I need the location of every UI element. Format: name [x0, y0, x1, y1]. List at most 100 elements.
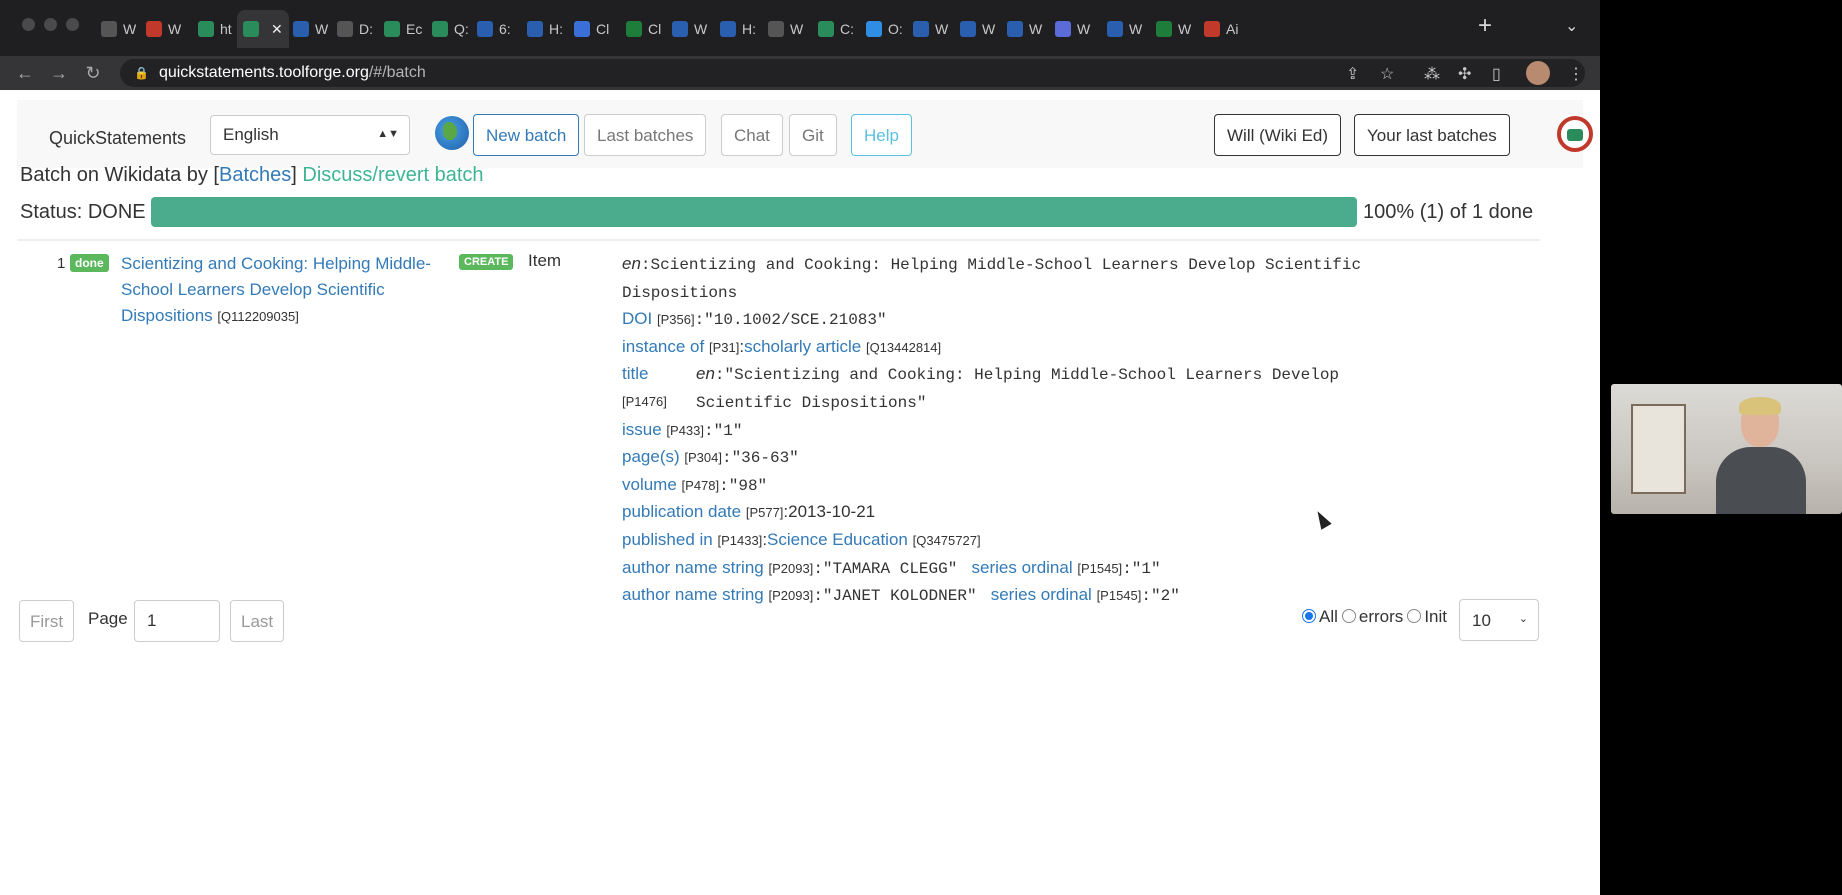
browser-tab[interactable]: W: [1049, 10, 1096, 48]
window-close-control[interactable]: [22, 18, 35, 31]
value-item-link[interactable]: scholarly article: [744, 337, 861, 356]
tab-favicon-icon: [626, 21, 642, 37]
app-brand[interactable]: QuickStatements: [49, 128, 186, 149]
property-link[interactable]: published in: [622, 530, 713, 549]
tab-title: W: [1129, 21, 1143, 37]
browser-tab[interactable]: ✕: [237, 10, 289, 48]
qualifier-link[interactable]: series ordinal: [972, 558, 1073, 577]
page-label: Page: [88, 609, 128, 628]
qualifier-link[interactable]: series ordinal: [991, 585, 1092, 604]
property-link[interactable]: title: [622, 364, 648, 383]
browser-tab[interactable]: W: [1150, 10, 1197, 48]
batches-link[interactable]: Batches: [219, 164, 291, 186]
new-tab-plus-icon[interactable]: +: [1478, 14, 1492, 38]
window-zoom-control[interactable]: [66, 18, 79, 31]
browser-tab[interactable]: ht: [192, 10, 238, 48]
git-button[interactable]: Git: [789, 114, 837, 156]
statement-author-2: author name string [P2093]:"JANET KOLODN…: [622, 582, 1522, 610]
address-bar[interactable]: 🔒 quickstatements.toolforge.org/#/batch: [120, 59, 1585, 87]
discuss-revert-link[interactable]: Discuss/revert batch: [302, 164, 483, 186]
language-select[interactable]: English ▲▼: [210, 115, 410, 155]
tab-favicon-icon: [101, 21, 117, 37]
action-badge: CREATE: [459, 254, 514, 270]
url-path: /#/batch: [368, 64, 426, 81]
browser-tab[interactable]: W: [762, 10, 809, 48]
tab-title: W: [1178, 21, 1192, 37]
value-item-link[interactable]: Science Education: [767, 530, 908, 549]
property-link[interactable]: DOI: [622, 309, 652, 328]
browser-tab[interactable]: W: [287, 10, 334, 48]
item-title: Scientizing and Cooking: Helping Middle-…: [121, 251, 451, 330]
browser-tab[interactable]: Cl: [620, 10, 667, 48]
browser-tab[interactable]: 6:: [471, 10, 517, 48]
tab-favicon-icon: [818, 21, 834, 37]
property-link[interactable]: volume: [622, 475, 677, 494]
bookmark-star-icon[interactable]: ☆: [1380, 64, 1394, 84]
last-page-button[interactable]: Last: [230, 600, 285, 642]
extensions-puzzle-icon[interactable]: ✣: [1458, 64, 1471, 84]
tab-close-icon[interactable]: ✕: [271, 21, 283, 38]
label-value: :Scientizing and Cooking: Helping Middle…: [622, 256, 1362, 302]
browser-tab[interactable]: H:: [521, 10, 569, 48]
property-link[interactable]: author name string: [622, 558, 764, 577]
chat-button[interactable]: Chat: [721, 114, 783, 156]
user-button[interactable]: Will (Wiki Ed): [1214, 114, 1342, 156]
your-last-batches-button[interactable]: Your last batches: [1354, 114, 1510, 156]
per-page-select[interactable]: 10 ⌄: [1459, 599, 1539, 641]
browser-tab[interactable]: O:: [860, 10, 909, 48]
statement-author-1: author name string [P2093]:"TAMARA CLEGG…: [622, 555, 1522, 583]
filter-init-option[interactable]: Init: [1407, 607, 1447, 627]
tab-title: H:: [549, 21, 563, 37]
tab-title: W: [935, 21, 949, 37]
status-badge: done: [70, 254, 109, 272]
browser-tab[interactable]: D:: [331, 10, 379, 48]
page-number-input[interactable]: 1: [134, 600, 220, 642]
browser-tab[interactable]: Ec: [378, 10, 428, 48]
property-link[interactable]: publication date: [622, 502, 741, 521]
browser-tab[interactable]: W: [95, 10, 142, 48]
browser-menu-icon[interactable]: ⋮: [1568, 64, 1584, 84]
property-link[interactable]: issue: [622, 420, 662, 439]
browser-tab[interactable]: W: [1001, 10, 1048, 48]
profile-avatar[interactable]: [1526, 61, 1550, 85]
property-link[interactable]: author name string: [622, 585, 764, 604]
tab-title: W: [694, 21, 708, 37]
share-icon[interactable]: ⇪: [1346, 64, 1359, 84]
browser-tab[interactable]: Cl: [568, 10, 615, 48]
tab-title: D:: [359, 21, 373, 37]
last-batches-button[interactable]: Last batches: [584, 114, 707, 156]
browser-tab[interactable]: W: [907, 10, 954, 48]
browser-tab[interactable]: W: [954, 10, 1001, 48]
browser-tab[interactable]: W: [1101, 10, 1148, 48]
back-arrow-icon[interactable]: ←: [8, 63, 42, 84]
extension-apps-icon[interactable]: ⁂: [1424, 64, 1440, 84]
first-page-button[interactable]: First: [19, 600, 75, 642]
side-panel-icon[interactable]: ▯: [1492, 64, 1501, 84]
forward-arrow-icon[interactable]: →: [42, 63, 76, 84]
browser-tab[interactable]: Q:: [426, 10, 475, 48]
browser-tab[interactable]: W: [140, 10, 187, 48]
browser-tab[interactable]: W: [666, 10, 713, 48]
tab-favicon-icon: [527, 21, 543, 37]
qualifier-id: [P1545]: [1096, 588, 1142, 604]
globe-icon[interactable]: [435, 116, 469, 150]
browser-tab[interactable]: H:: [714, 10, 762, 48]
app-navbar: QuickStatements English ▲▼ New batch Las…: [17, 100, 1593, 168]
tab-search-chevron-icon[interactable]: ⌄: [1565, 16, 1578, 36]
reload-icon[interactable]: ↻: [76, 63, 110, 84]
qualifier-value: :"1": [1122, 559, 1161, 578]
per-page-value: 10: [1472, 611, 1491, 630]
property-id: [P31]: [708, 339, 740, 355]
browser-tab[interactable]: Ai: [1198, 10, 1244, 48]
window-minimize-control[interactable]: [44, 18, 57, 31]
filter-errors-option[interactable]: errors: [1341, 607, 1403, 627]
browser-window: W Wht ✕ W D: Ec Q: 6: H: Cl Cl W H: W C: O: W W W W W W Ai + ⌄…: [0, 0, 1600, 895]
filter-all-option[interactable]: All: [1302, 607, 1338, 627]
tab-favicon-icon: [477, 21, 493, 37]
help-button[interactable]: Help: [851, 114, 912, 156]
property-link[interactable]: page(s): [622, 447, 680, 466]
new-batch-button[interactable]: New batch: [473, 114, 580, 156]
browser-tab[interactable]: C:: [812, 10, 860, 48]
property-link[interactable]: instance of: [622, 337, 704, 356]
property-id: [P304]: [684, 450, 722, 466]
